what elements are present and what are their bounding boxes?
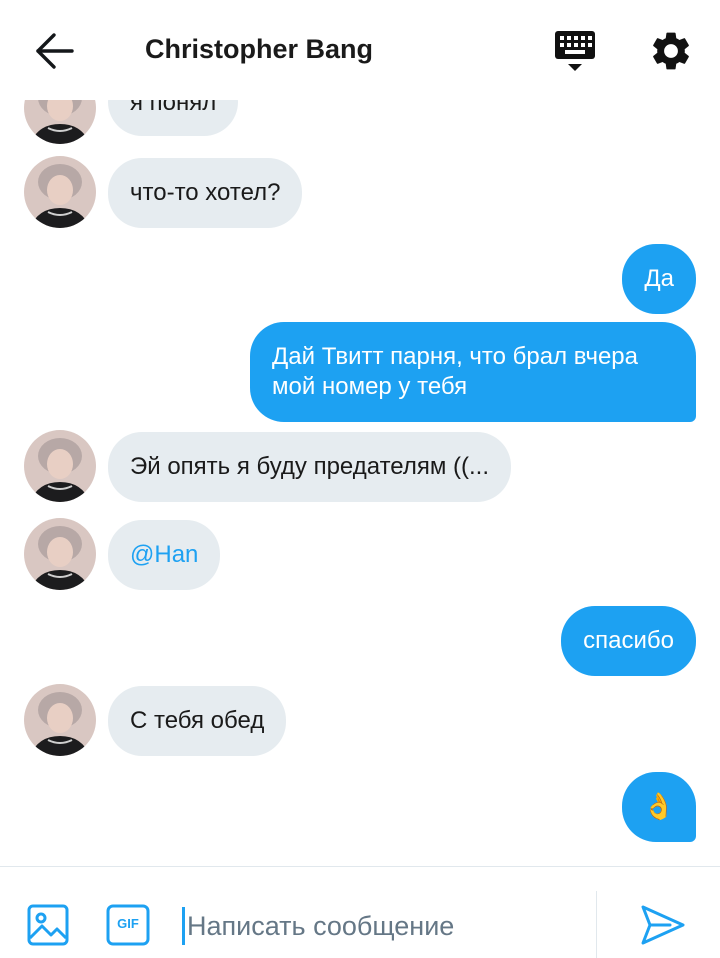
avatar[interactable] <box>24 430 96 502</box>
send-icon <box>641 905 685 945</box>
keyboard-icon <box>555 31 595 71</box>
message-bubble-outgoing[interactable]: 👌 <box>622 772 696 842</box>
message-bubble-outgoing[interactable]: Да <box>622 244 696 314</box>
message-bubble-incoming[interactable]: что-то хотел? <box>108 158 303 228</box>
settings-button[interactable] <box>648 28 694 74</box>
message-text: что-то хотел? <box>130 179 281 206</box>
gif-button[interactable]: GIF <box>106 904 150 946</box>
message-text: спасибо <box>583 627 674 654</box>
conversation-title: Christopher Bang <box>145 34 374 64</box>
back-button[interactable] <box>30 28 80 74</box>
gif-label: GIF <box>117 916 139 931</box>
composer-divider <box>596 891 597 958</box>
gear-icon <box>653 32 689 70</box>
message-composer: GIF <box>0 866 720 958</box>
message-bubble-outgoing[interactable]: Дай Твитт парня, что брал вчера мой номе… <box>250 322 696 422</box>
send-button[interactable] <box>640 903 686 947</box>
dm-conversation-screen: я понял что-то хотел? Да Дай Твитт парня… <box>0 0 720 958</box>
keyboard-button[interactable] <box>553 28 599 76</box>
avatar-photo <box>24 684 96 756</box>
message-text-line: мой номер у тебя <box>272 373 468 400</box>
message-text: Да <box>644 265 674 292</box>
avatar-photo <box>24 430 96 502</box>
image-icon <box>27 904 69 946</box>
message-text: Эй опять я буду предателям ((... <box>130 453 490 480</box>
message-bubble-incoming[interactable]: @Han <box>108 520 221 590</box>
message-bubble-outgoing[interactable]: спасибо <box>561 606 696 676</box>
message-bubble-incoming[interactable]: С тебя обед <box>108 686 287 756</box>
add-media-button[interactable] <box>27 904 69 946</box>
message-text-line: Дай Твитт парня, что брал вчера <box>272 343 638 370</box>
avatar[interactable] <box>24 518 96 590</box>
mention-link[interactable]: @Han <box>130 541 198 568</box>
conversation-header: Christopher Bang <box>0 0 720 100</box>
arrow-left-icon <box>36 33 74 69</box>
avatar-photo <box>24 156 96 228</box>
message-input[interactable] <box>182 907 582 945</box>
ok-hand-emoji: 👌 <box>642 792 676 822</box>
message-bubble-incoming[interactable]: Эй опять я буду предателям ((... <box>108 432 512 502</box>
avatar-photo <box>24 518 96 590</box>
avatar[interactable] <box>24 684 96 756</box>
message-text: С тебя обед <box>130 707 265 734</box>
avatar[interactable] <box>24 156 96 228</box>
message-list[interactable]: я понял что-то хотел? Да Дай Твитт парня… <box>0 0 720 866</box>
